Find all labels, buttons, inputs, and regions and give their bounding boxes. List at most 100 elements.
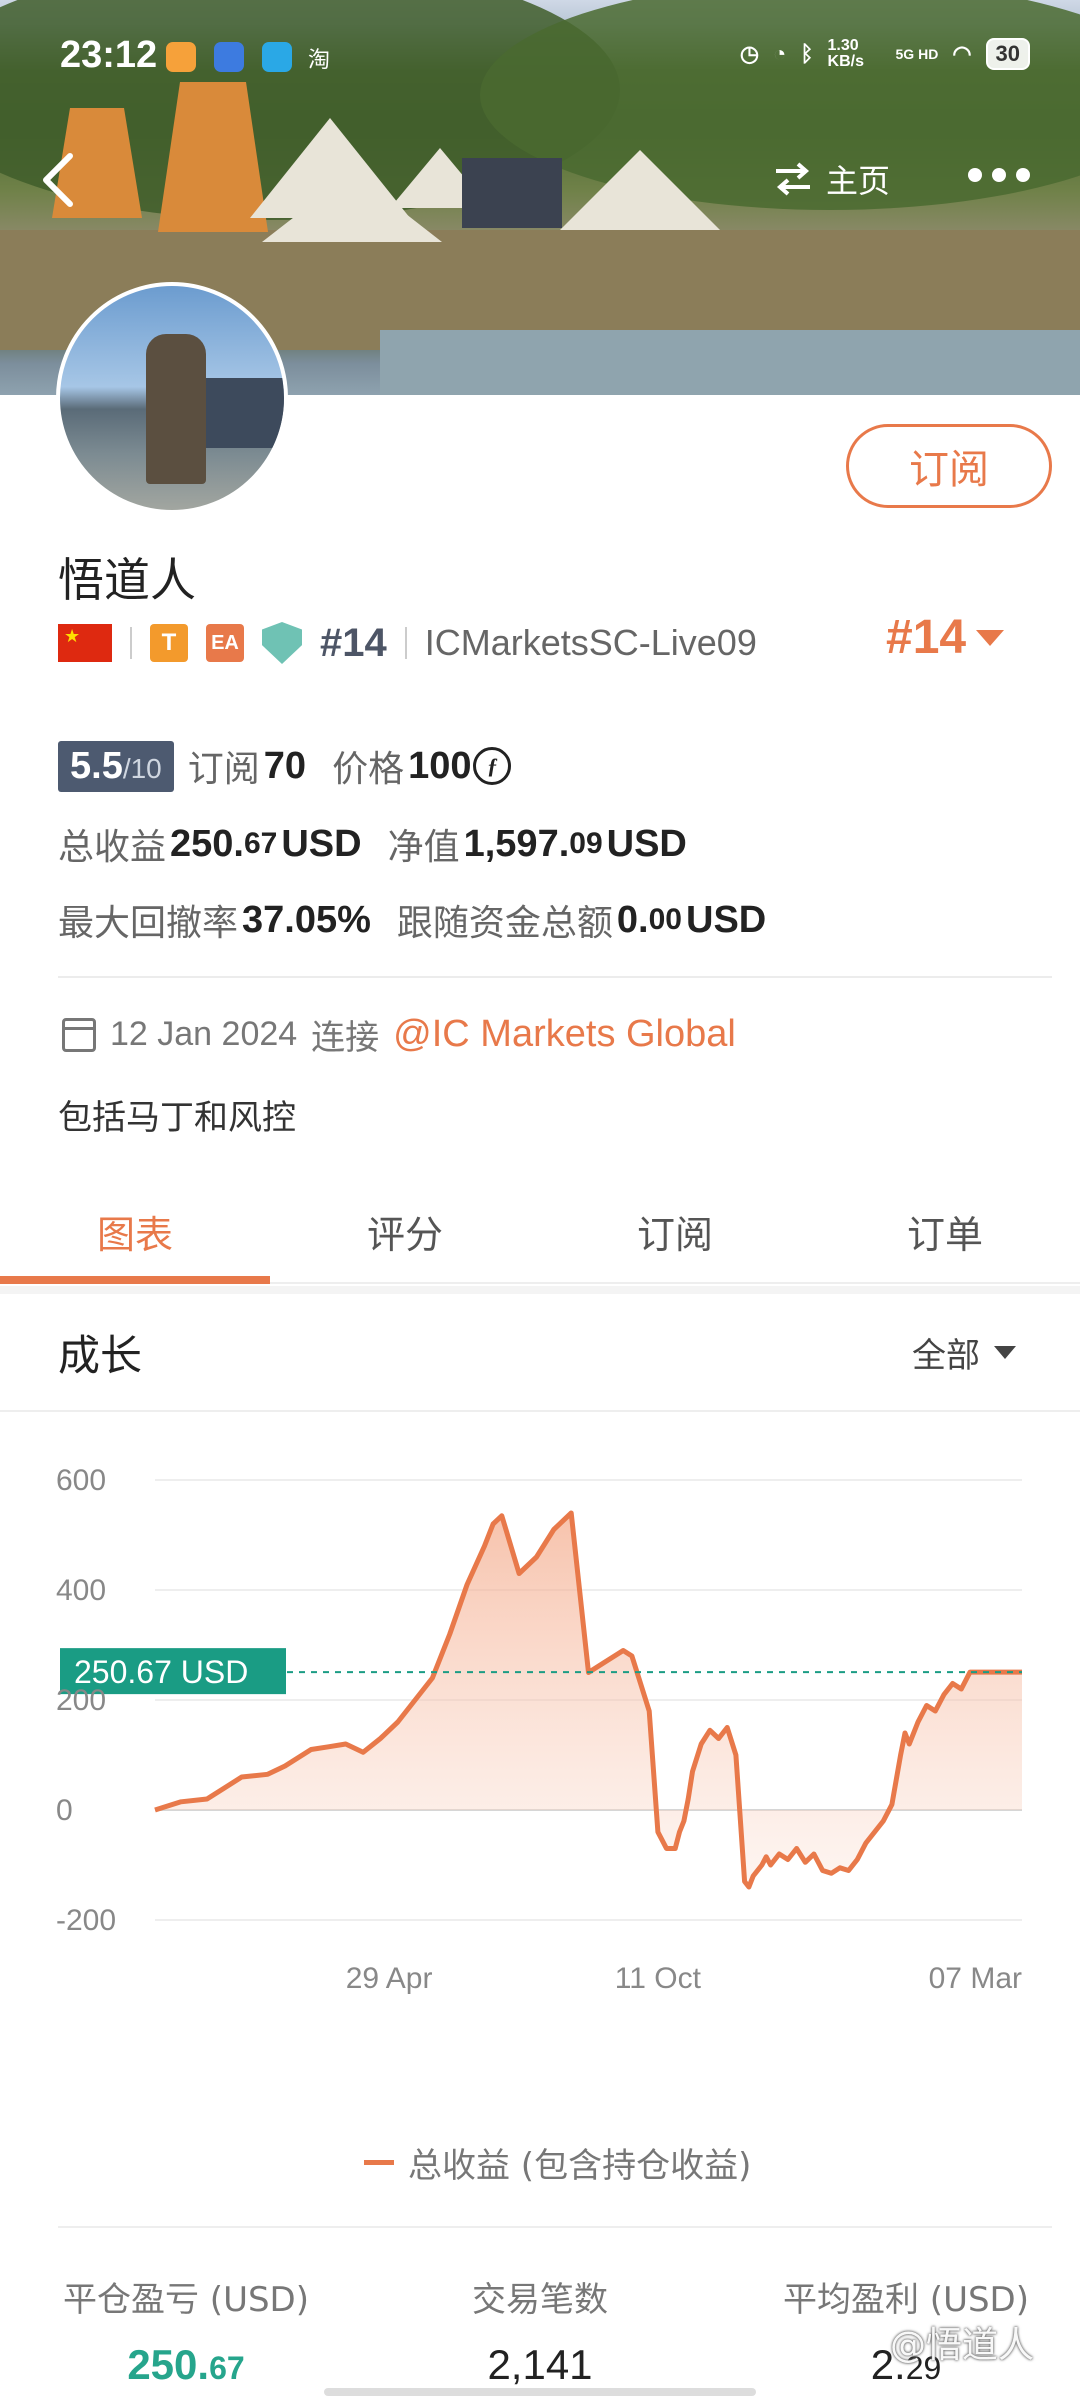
metric-label: 交易笔数 xyxy=(472,2280,608,2320)
metric-label: 平均盈利 (USD) xyxy=(783,2280,1029,2320)
follow-amount-dec: 00 xyxy=(648,903,682,936)
avatar-statue xyxy=(146,334,206,484)
section-title: 成长 xyxy=(58,1331,143,1380)
verified-shield-icon xyxy=(262,622,302,664)
connect-label: 连接 xyxy=(311,1019,380,1057)
total-profit-unit: USD xyxy=(281,822,362,865)
divider xyxy=(58,2226,1052,2228)
calendar-icon xyxy=(62,1017,96,1052)
total-profit-dec: 67 xyxy=(243,827,278,860)
tab-orders[interactable]: 订单 xyxy=(810,1180,1080,1282)
range-value: 全部 xyxy=(912,1336,980,1376)
metric-value: 250.67 xyxy=(56,2341,316,2389)
tab-rating[interactable]: 评分 xyxy=(270,1180,540,1282)
metric-closed-pnl: 平仓盈亏 (USD) 250.67 xyxy=(56,2272,316,2389)
wifi-icon: ◠ xyxy=(952,41,972,66)
price-label: 价格 xyxy=(332,749,405,790)
follow-amount-int: 0. xyxy=(616,898,649,941)
chart-legend[interactable]: 总收益 (包含持仓收益) xyxy=(364,2138,751,2187)
coin-icon: ƒ xyxy=(473,747,512,785)
server-name: ICMarketsSC-Live09 xyxy=(424,622,757,663)
stats-row-1: 5.5/10 订阅 70 价格 100 ƒ xyxy=(58,740,512,792)
metric-value: 2,141 xyxy=(440,2341,640,2389)
badge-row: T EA #14 ICMarketsSC-Live09 xyxy=(58,618,757,668)
price-value: 100 xyxy=(408,744,472,787)
battery-indicator: 30 xyxy=(985,38,1030,70)
stats-row-2: 总收益 250. 67 USD 净值 1,597. 09 USD xyxy=(58,818,695,870)
rank-dropdown[interactable]: #14 xyxy=(886,610,1005,665)
clock: 23:12 xyxy=(60,34,158,76)
equity-unit: USD xyxy=(606,822,687,865)
score-value: 5.5 xyxy=(70,744,123,787)
equity-dec: 09 xyxy=(569,827,603,860)
home-indicator[interactable] xyxy=(324,2388,756,2396)
legend-label: 总收益 (包含持仓收益) xyxy=(408,2146,752,2186)
back-icon[interactable] xyxy=(36,150,80,210)
more-icon[interactable] xyxy=(968,168,1030,182)
tab-subscribe[interactable]: 订阅 xyxy=(540,1180,810,1282)
watermark: @悟道人 xyxy=(890,2325,1035,2366)
subscribe-button[interactable]: 订阅 xyxy=(846,424,1052,508)
swap-icon xyxy=(776,162,810,196)
app-notification-icon xyxy=(166,42,196,72)
tag-ea-badge: EA xyxy=(206,624,244,662)
avatar[interactable] xyxy=(56,282,288,514)
y-tick-label: 400 xyxy=(56,1574,106,1607)
metric-value-int: 2,141 xyxy=(487,2341,593,2388)
metric-trade-count: 交易笔数 2,141 xyxy=(440,2272,640,2389)
max-drawdown-value: 37.05% xyxy=(242,898,371,941)
chevron-down-icon xyxy=(994,1346,1016,1359)
follow-amount-unit: USD xyxy=(686,898,767,941)
profile-name: 悟道人 xyxy=(58,553,196,607)
home-button[interactable]: 主页 xyxy=(772,156,890,202)
subscribe-count: 70 xyxy=(263,744,307,787)
broker-link[interactable]: @IC Markets Global xyxy=(393,1013,736,1056)
shield-app-icon xyxy=(214,42,244,72)
divider xyxy=(130,627,132,659)
metric-value-dec: 67 xyxy=(209,2350,245,2386)
status-bar: 23:12 淘 ◷ ◔ ᛒ 1.30 KB/s 5G HD ◠ 30 xyxy=(0,28,1080,88)
signal-label: 5G HD xyxy=(895,46,939,62)
x-tick-label: 07 Mar xyxy=(929,1962,1022,1995)
rank-value: #14 xyxy=(886,611,967,664)
metric-value-int: 250. xyxy=(127,2341,210,2388)
lake xyxy=(380,330,1080,395)
tag-t-badge: T xyxy=(150,624,188,662)
tab-bar: 图表 评分 订阅 订单 xyxy=(0,1180,1080,1284)
equity-int: 1,597. xyxy=(463,822,570,865)
divider xyxy=(0,1410,1080,1412)
x-tick-label: 29 Apr xyxy=(346,1962,433,1995)
total-profit-int: 250. xyxy=(170,822,244,865)
alarm-icon: ◷ xyxy=(739,41,760,66)
chevron-down-icon xyxy=(976,629,1005,646)
subscribe-count-label: 订阅 xyxy=(187,749,260,790)
tab-chart[interactable]: 图表 xyxy=(0,1180,270,1284)
x-tick-label: 11 Oct xyxy=(615,1962,702,1995)
total-profit-label: 总收益 xyxy=(58,827,167,868)
connection-info: 12 Jan 2024 连接 @IC Markets Global xyxy=(62,1010,736,1059)
rank-label: #14 xyxy=(320,620,387,665)
legend-swatch xyxy=(364,2160,394,2165)
y-tick-label: 200 xyxy=(56,1684,106,1717)
home-label: 主页 xyxy=(826,162,891,200)
china-flag-icon xyxy=(58,624,112,662)
strategy-description: 包括马丁和风控 xyxy=(58,1098,296,1138)
section-gap xyxy=(0,1286,1080,1294)
growth-chart[interactable]: 250.67 USD 6004002000-20029 Apr 11 Oct 07 … xyxy=(0,1420,1080,2180)
connect-date: 12 Jan 2024 xyxy=(110,1015,298,1053)
y-tick-label: 600 xyxy=(56,1464,106,1497)
divider xyxy=(404,627,407,659)
score-badge: 5.5/10 xyxy=(58,740,174,792)
tent xyxy=(462,158,562,228)
y-tick-label: -200 xyxy=(56,1904,116,1937)
divider xyxy=(58,976,1052,978)
max-drawdown-label: 最大回撤率 xyxy=(58,903,239,944)
speed-icon: ◔ xyxy=(773,41,787,66)
y-tick-label: 0 xyxy=(56,1794,73,1827)
follow-amount-label: 跟随资金总额 xyxy=(396,903,613,944)
score-max: /10 xyxy=(122,752,162,784)
browser-app-icon xyxy=(262,42,292,72)
range-dropdown[interactable]: 全部 xyxy=(912,1328,1016,1377)
net-speed: 1.30 KB/s xyxy=(827,37,864,70)
taobao-app-icon: 淘 xyxy=(308,48,331,73)
